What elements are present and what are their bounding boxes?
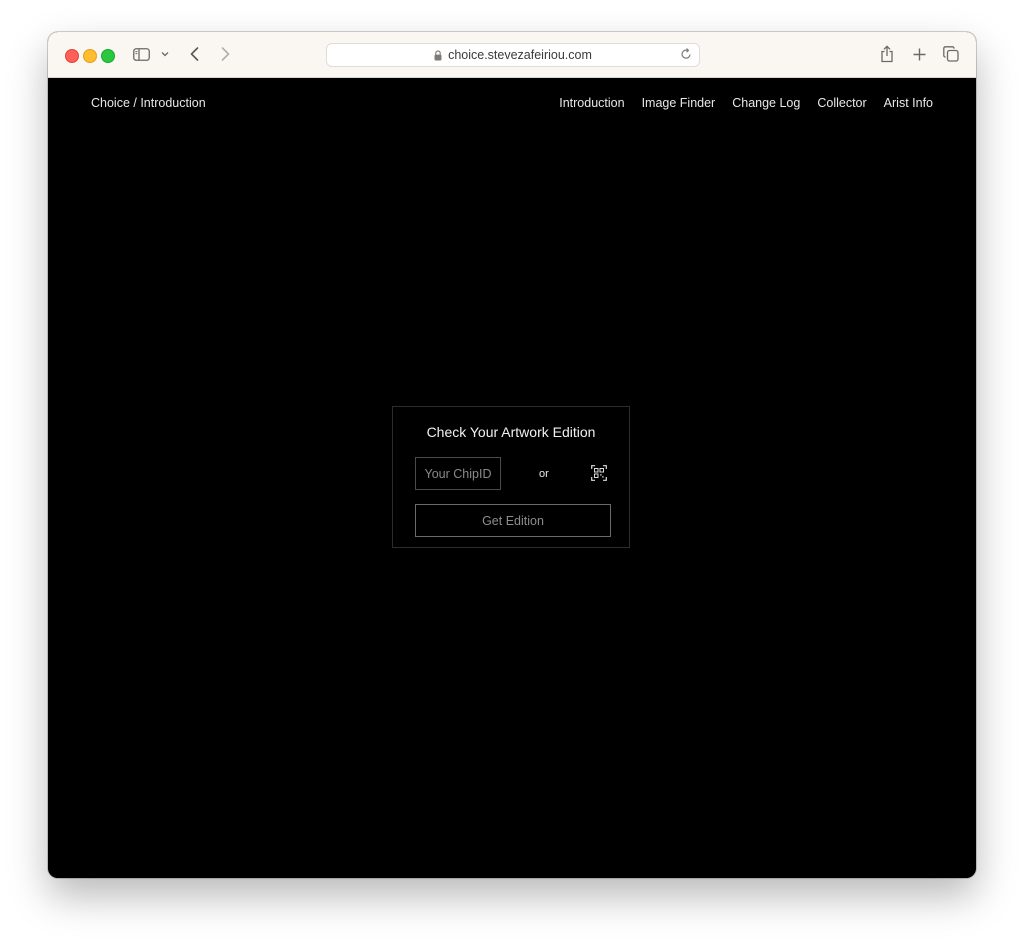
reload-icon[interactable] bbox=[679, 47, 693, 61]
nav-image-finder[interactable]: Image Finder bbox=[642, 96, 716, 110]
share-icon[interactable] bbox=[878, 43, 896, 65]
tabs-overview-icon[interactable] bbox=[942, 43, 960, 65]
chevron-down-icon[interactable] bbox=[160, 43, 170, 65]
new-tab-icon[interactable] bbox=[910, 43, 928, 65]
nav-collector[interactable]: Collector bbox=[817, 96, 866, 110]
zoom-window-button[interactable] bbox=[101, 49, 115, 63]
browser-window: choice.stevezafeiriou.com Choice / Intro… bbox=[48, 32, 976, 878]
forward-icon[interactable] bbox=[218, 43, 232, 65]
address-bar[interactable]: choice.stevezafeiriou.com bbox=[326, 43, 700, 67]
edition-check-card: Check Your Artwork Edition or Get Editio… bbox=[392, 406, 630, 548]
nav-change-log[interactable]: Change Log bbox=[732, 96, 800, 110]
site-title[interactable]: Choice / Introduction bbox=[91, 96, 206, 110]
url-text: choice.stevezafeiriou.com bbox=[448, 48, 592, 62]
back-icon[interactable] bbox=[187, 43, 201, 65]
qr-scan-icon[interactable] bbox=[591, 465, 607, 481]
chip-id-input[interactable] bbox=[415, 457, 501, 490]
web-page: Choice / Introduction Introduction Image… bbox=[48, 78, 976, 878]
browser-toolbar: choice.stevezafeiriou.com bbox=[48, 32, 976, 78]
main-nav: Introduction Image Finder Change Log Col… bbox=[559, 96, 933, 110]
close-window-button[interactable] bbox=[65, 49, 79, 63]
sidebar-icon[interactable] bbox=[132, 43, 150, 65]
get-edition-button[interactable]: Get Edition bbox=[415, 504, 611, 537]
nav-introduction[interactable]: Introduction bbox=[559, 96, 624, 110]
nav-artist-info[interactable]: Arist Info bbox=[884, 96, 933, 110]
minimize-window-button[interactable] bbox=[83, 49, 97, 63]
card-title: Check Your Artwork Edition bbox=[426, 424, 596, 440]
or-label: or bbox=[539, 468, 549, 480]
lock-icon bbox=[434, 49, 442, 61]
